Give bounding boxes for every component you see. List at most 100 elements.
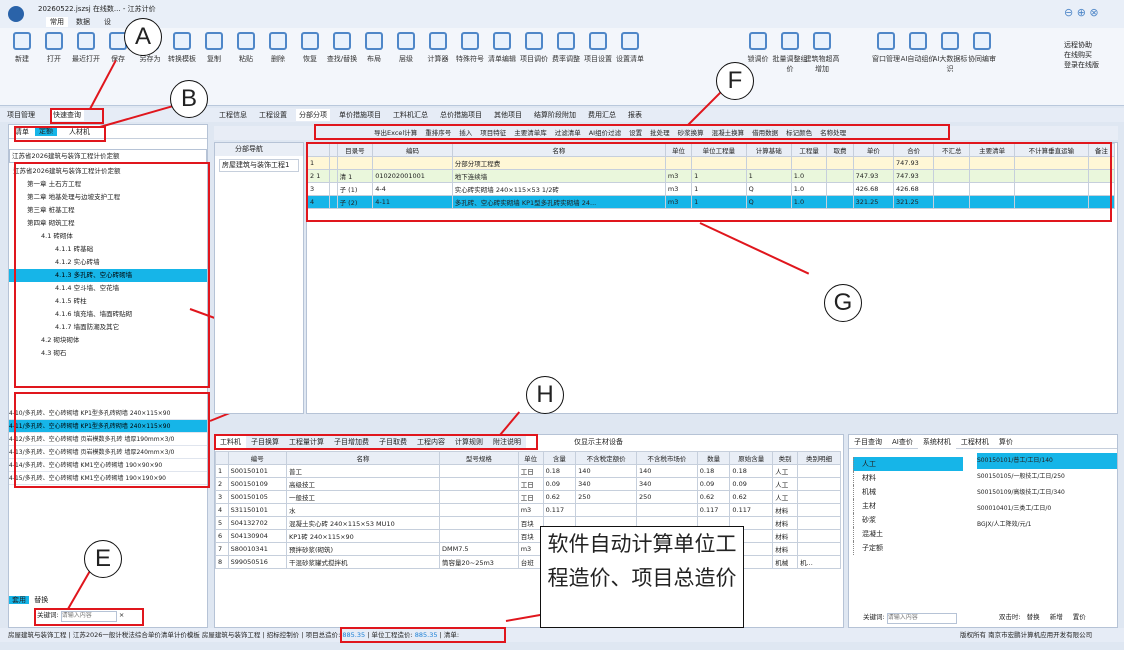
right-keyword-input[interactable] (886, 612, 957, 624)
opt-add[interactable]: 新增 (1050, 613, 1063, 621)
quota-selector[interactable]: 江苏省2026建筑与装饰工程计价定额 (9, 149, 207, 163)
column-header[interactable]: 编号 (227, 451, 287, 465)
callout-a: A (124, 18, 162, 56)
material-category[interactable]: 人工 (853, 457, 963, 471)
ribbon-right-item[interactable]: 在线购买 (1064, 50, 1092, 60)
main-tab[interactable]: 费用汇总 (585, 109, 619, 121)
highlight-quick-query (50, 108, 104, 124)
column-header[interactable] (215, 451, 229, 465)
menu-tab-set[interactable]: 设 (104, 17, 111, 27)
material-category[interactable]: 主材 (853, 499, 963, 513)
column-header[interactable]: 名称 (285, 451, 440, 465)
main-tab[interactable]: 工程设置 (256, 109, 290, 121)
highlight-toolbar (314, 124, 950, 140)
material-category[interactable]: 子定额 (853, 541, 963, 555)
tool-icon (333, 32, 351, 50)
material-category[interactable]: 材料 (853, 471, 963, 485)
nav-item[interactable]: 房屋建筑与装饰工程1 (219, 159, 299, 172)
table-cell: 机... (797, 555, 841, 569)
table-cell: 0.09 (729, 477, 774, 491)
table-row[interactable]: 5 S04132702 混凝土实心砖 240×115×53 MU10 百块 材料 (215, 516, 841, 530)
column-header[interactable]: 类别 (772, 451, 799, 465)
main-tab[interactable]: 总价措施项目 (437, 109, 485, 121)
column-header[interactable]: 数量 (696, 451, 731, 465)
column-header[interactable]: 型号规格 (438, 451, 519, 465)
window-controls[interactable]: ⊖ ⊕ ⊗ (1064, 6, 1099, 19)
table-cell (438, 503, 519, 517)
material-category[interactable]: 混凝土 (853, 527, 963, 541)
column-header[interactable]: 不含税定额价 (575, 451, 637, 465)
table-cell: 普工 (285, 464, 440, 478)
ribbon-right-item[interactable]: 登录在线版 (1064, 60, 1099, 70)
callout-h: H (526, 376, 564, 414)
table-cell: 140 (635, 464, 698, 478)
main-tab[interactable]: 工料机汇总 (390, 109, 431, 121)
main-tab[interactable]: 报表 (625, 109, 645, 121)
column-header[interactable]: 原始含量 (729, 451, 774, 465)
table-cell: 140 (575, 464, 637, 478)
main-tab[interactable]: 工程信息 (216, 109, 250, 121)
right-tab[interactable]: 系统材机 (917, 435, 956, 449)
table-cell: S04132702 (227, 516, 287, 530)
tool-icon (493, 32, 511, 50)
table-row[interactable]: 7 S80010341 预拌砂浆(砌筑) DMM7.5 m3 材料 (215, 542, 841, 556)
table-row[interactable]: 6 S04130904 KP1砖 240×115×90 百块 材料 (215, 529, 841, 543)
ribbon-toolbar: 新建 打开 最近打开 保存 另存为 转换模板 复制 粘贴 删除 恢复 查找/替换 布局 层级 计算器 特殊符… (0, 28, 1124, 106)
ribbon-label: 恢复 (303, 55, 317, 63)
table-row[interactable]: 2 S00150109 高级技工 工日 0.09 340 340 0.09 0.09 人工 (215, 477, 841, 491)
ribbon-button[interactable]: 建筑物超高增加 (802, 32, 842, 74)
bottom-tab-apply[interactable]: 套用 (9, 596, 29, 604)
material-item[interactable]: S00010401/三类工/工日/0 (977, 501, 1117, 517)
ribbon-label: 新建 (15, 55, 29, 63)
main-tab[interactable]: 单价措施项目 (336, 109, 384, 121)
table-row[interactable]: 4 S31150101 水 m3 0.117 0.117 0.117 材料 (215, 503, 841, 517)
right-tab[interactable]: 算价 (994, 435, 1018, 449)
main-tab[interactable]: 项目管理 (4, 109, 38, 121)
tool-icon (77, 32, 95, 50)
table-cell (797, 516, 841, 530)
material-item[interactable]: S00150101/普工/工日/140 (977, 453, 1117, 469)
material-category[interactable]: 机械 (853, 485, 963, 499)
ribbon-right-item[interactable]: 远程协助 (1064, 40, 1092, 50)
highlight-quota-list (14, 392, 210, 488)
right-tab[interactable]: 工程材机 (956, 435, 994, 449)
material-item[interactable]: S00150105/一般技工/工日/250 (977, 469, 1117, 485)
table-cell: KP1砖 240×115×90 (285, 529, 440, 543)
main-tab[interactable]: 其他项目 (491, 109, 525, 121)
table-cell: 3 (215, 490, 229, 504)
ribbon-label: 建筑物超高增加 (804, 55, 840, 73)
opt-replace[interactable]: 替换 (1027, 613, 1040, 621)
right-tab[interactable]: 子目查询 (849, 435, 887, 449)
column-header[interactable]: 含量 (542, 451, 577, 465)
ribbon-button[interactable]: 协同编审 (962, 32, 1002, 64)
material-item[interactable]: S00150109/高级技工/工日/340 (977, 485, 1117, 501)
column-header[interactable]: 不含税市场价 (635, 451, 698, 465)
nav-panel: 分部导航 房屋建筑与装饰工程1 (214, 142, 304, 414)
menu-tab-common[interactable]: 常用 (46, 17, 68, 27)
table-cell: 工日 (517, 464, 544, 478)
material-category[interactable]: 砂浆 (853, 513, 963, 527)
main-tab[interactable]: 分部分项 (296, 109, 330, 121)
main-material-checkbox[interactable]: 仅显示主材设备 (574, 438, 623, 446)
opt-price[interactable]: 置价 (1073, 613, 1086, 621)
ribbon-button[interactable]: 设置清单 (610, 32, 650, 64)
table-cell: 预拌砂浆(砌筑) (285, 542, 440, 556)
column-header[interactable]: 类别明细 (797, 451, 841, 465)
ribbon-label: 复制 (207, 55, 221, 63)
right-tab[interactable]: AI查价 (887, 435, 918, 449)
bottom-tab-replace[interactable]: 替换 (31, 596, 51, 604)
ribbon-label: 项目设置 (584, 55, 612, 63)
material-item[interactable]: BGJX/人工降效/元/1 (977, 517, 1117, 533)
main-tab[interactable]: 结算阶段附加 (531, 109, 579, 121)
table-row[interactable]: 1 S00150101 普工 工日 0.18 140 140 0.18 0.18 人工 (215, 464, 841, 478)
table-cell: 4 (215, 503, 229, 517)
tool-icon (429, 32, 447, 50)
table-cell: 人工 (772, 464, 799, 478)
table-row[interactable]: 8 S99050516 干混砂浆罐式搅拌机 筒容量20~25m3 台班 机械 机... (215, 555, 841, 569)
table-cell: 6 (215, 529, 229, 543)
menu-tab-data[interactable]: 数据 (76, 17, 90, 27)
table-cell: S00150101 (227, 464, 287, 478)
column-header[interactable]: 单位 (517, 451, 544, 465)
table-cell: 混凝土实心砖 240×115×53 MU10 (285, 516, 440, 530)
table-row[interactable]: 3 S00150105 一般技工 工日 0.62 250 250 0.62 0.62 人工 (215, 490, 841, 504)
